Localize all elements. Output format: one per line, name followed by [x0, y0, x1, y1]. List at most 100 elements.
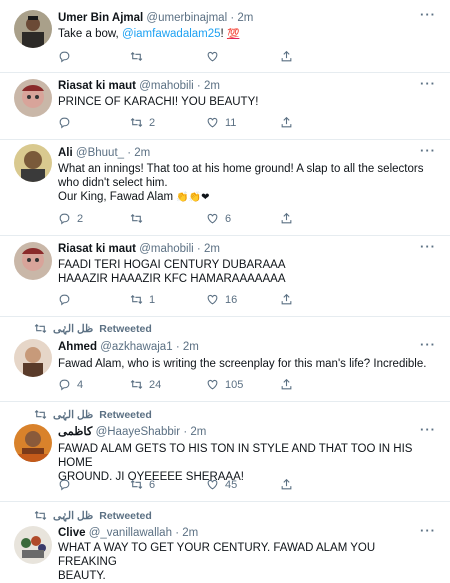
author-handle[interactable]: @umerbinajmal	[146, 12, 227, 24]
reply-button[interactable]	[58, 293, 77, 306]
like-button[interactable]: 105	[206, 378, 243, 391]
reply-button[interactable]: 2	[58, 212, 83, 225]
reply-icon	[59, 479, 70, 491]
avatar[interactable]	[14, 242, 52, 280]
tweet-text-line: FAADI TERI HOGAI CENTURY DUBARAAA	[58, 259, 286, 271]
tweet-time[interactable]: 2m	[183, 341, 199, 353]
like-button[interactable]: 16	[206, 293, 237, 306]
avatar[interactable]	[14, 144, 52, 182]
avatar[interactable]	[14, 424, 52, 462]
retweeted-by[interactable]: ظل الہٰی Retweeted	[34, 509, 152, 522]
tweet-actions: 6 45	[58, 478, 428, 492]
share-button[interactable]	[280, 478, 293, 491]
share-button[interactable]	[280, 116, 293, 129]
like-button[interactable]: 11	[206, 116, 236, 129]
heart-icon	[207, 213, 218, 224]
tweet-text-line: Fawad Alam, who is writing the screenpla…	[58, 358, 427, 370]
heart-icon	[207, 51, 218, 62]
more-icon[interactable]: ···	[420, 523, 436, 538]
separator-dot: ·	[183, 426, 188, 438]
more-icon[interactable]: ···	[420, 239, 436, 254]
retweeted-by[interactable]: ظل الہٰی Retweeted	[34, 322, 152, 335]
tweet-text-line: Our King, Fawad Alam 👏👏❤	[58, 190, 436, 205]
tweet-actions	[58, 50, 428, 64]
retweet-button[interactable]: 6	[130, 478, 155, 491]
author-handle[interactable]: @Bhuut_	[76, 147, 124, 159]
tweet[interactable]: ظل الہٰی Retweeted Ahmed @azkhawaja1 · 2…	[0, 317, 450, 402]
share-button[interactable]	[280, 50, 293, 63]
retweeter-name[interactable]: ظل الہٰی	[53, 409, 93, 421]
author-name[interactable]: Umer Bin Ajmal	[58, 12, 143, 24]
retweet-icon	[34, 409, 47, 420]
hundred-emoji: 💯	[226, 29, 240, 40]
tweet-actions: 2 11	[58, 116, 428, 130]
tweet-actions: 4 24 105	[58, 378, 428, 392]
like-button[interactable]: 45	[206, 478, 237, 491]
reply-icon	[59, 213, 70, 225]
author-handle[interactable]: @mahobili	[139, 243, 194, 255]
author-name[interactable]: Clive	[58, 527, 86, 539]
like-button[interactable]: 6	[206, 212, 231, 225]
retweet-icon	[130, 213, 143, 224]
tweet[interactable]: Umer Bin Ajmal @umerbinajmal · 2m ··· Ta…	[0, 0, 450, 73]
tweet-time[interactable]: 2m	[204, 80, 220, 92]
more-icon[interactable]: ···	[420, 7, 436, 22]
retweet-button[interactable]	[130, 50, 149, 63]
avatar[interactable]	[14, 10, 52, 48]
share-button[interactable]	[280, 293, 293, 306]
avatar[interactable]	[14, 79, 52, 117]
author-name[interactable]: کاظمی	[58, 426, 92, 438]
tweet-text-line: FAWAD ALAM GETS TO HIS TON IN STYLE AND …	[58, 443, 413, 469]
like-button[interactable]	[206, 50, 225, 63]
share-button[interactable]	[280, 212, 293, 225]
more-icon[interactable]: ···	[420, 76, 436, 91]
tweet[interactable]: ظل الہٰی Retweeted کاظمی @HaayeShabbir ·…	[0, 402, 450, 502]
reply-button[interactable]: 4	[58, 378, 83, 391]
tweet-time[interactable]: 2m	[134, 147, 150, 159]
retweeter-name[interactable]: ظل الہٰی	[53, 323, 93, 335]
tweet[interactable]: Ali @Bhuut_ · 2m ··· What an innings! Th…	[0, 140, 450, 236]
tweet-text-line: What an innings! That too at his home gr…	[58, 163, 424, 175]
tweet[interactable]: Riasat ki maut @mahobili · 2m ··· PRINCE…	[0, 73, 450, 140]
retweet-button[interactable]: 2	[130, 116, 155, 129]
author-handle[interactable]: @HaayeShabbir	[96, 426, 181, 438]
tweet-time[interactable]: 2m	[204, 243, 220, 255]
retweeted-label: Retweeted	[99, 322, 152, 335]
more-icon[interactable]: ···	[420, 337, 436, 352]
tweet-text: Take a bow, @iamfawadalam25! 💯	[58, 27, 436, 42]
author-name[interactable]: Riasat ki maut	[58, 243, 136, 255]
retweeter-name[interactable]: ظل الہٰی	[53, 510, 93, 522]
author-name[interactable]: Ali	[58, 147, 73, 159]
like-count: 105	[225, 378, 244, 391]
mention-link[interactable]: @iamfawadalam25	[122, 28, 221, 40]
retweet-button[interactable]	[130, 212, 149, 225]
author-handle[interactable]: @mahobili	[139, 80, 194, 92]
share-button[interactable]	[280, 378, 293, 391]
tweet[interactable]: ظل الہٰی Retweeted Clive @_vanillawallah…	[0, 502, 450, 582]
reply-button[interactable]	[58, 116, 77, 129]
retweeted-label: Retweeted	[99, 408, 152, 421]
more-icon[interactable]: ···	[420, 422, 436, 437]
tweet-text-line: WHAT A WAY TO GET YOUR CENTURY. FAWAD AL…	[58, 542, 376, 568]
tweet-time[interactable]: 2m	[237, 12, 253, 24]
tweet-time[interactable]: 2m	[182, 527, 198, 539]
author-name[interactable]: Riasat ki maut	[58, 80, 136, 92]
avatar[interactable]	[14, 526, 52, 564]
more-icon[interactable]: ···	[420, 143, 436, 158]
heart-icon	[207, 379, 218, 390]
retweet-button[interactable]: 1	[130, 293, 155, 306]
like-count: 6	[225, 212, 232, 225]
reply-button[interactable]	[58, 50, 77, 63]
tweet-text: WHAT A WAY TO GET YOUR CENTURY. FAWAD AL…	[58, 541, 436, 583]
reply-button[interactable]	[58, 478, 77, 491]
author-handle[interactable]: @_vanillawallah	[89, 527, 172, 539]
tweet-time[interactable]: 2m	[190, 426, 206, 438]
author-handle[interactable]: @azkhawaja1	[100, 341, 172, 353]
retweet-button[interactable]: 24	[130, 378, 161, 391]
avatar[interactable]	[14, 339, 52, 377]
retweeted-by[interactable]: ظل الہٰی Retweeted	[34, 408, 152, 421]
tweet-text: PRINCE OF KARACHI! YOU BEAUTY!	[58, 95, 436, 109]
retweet-icon	[130, 379, 143, 390]
author-name[interactable]: Ahmed	[58, 341, 97, 353]
tweet[interactable]: Riasat ki maut @mahobili · 2m ··· FAADI …	[0, 236, 450, 317]
